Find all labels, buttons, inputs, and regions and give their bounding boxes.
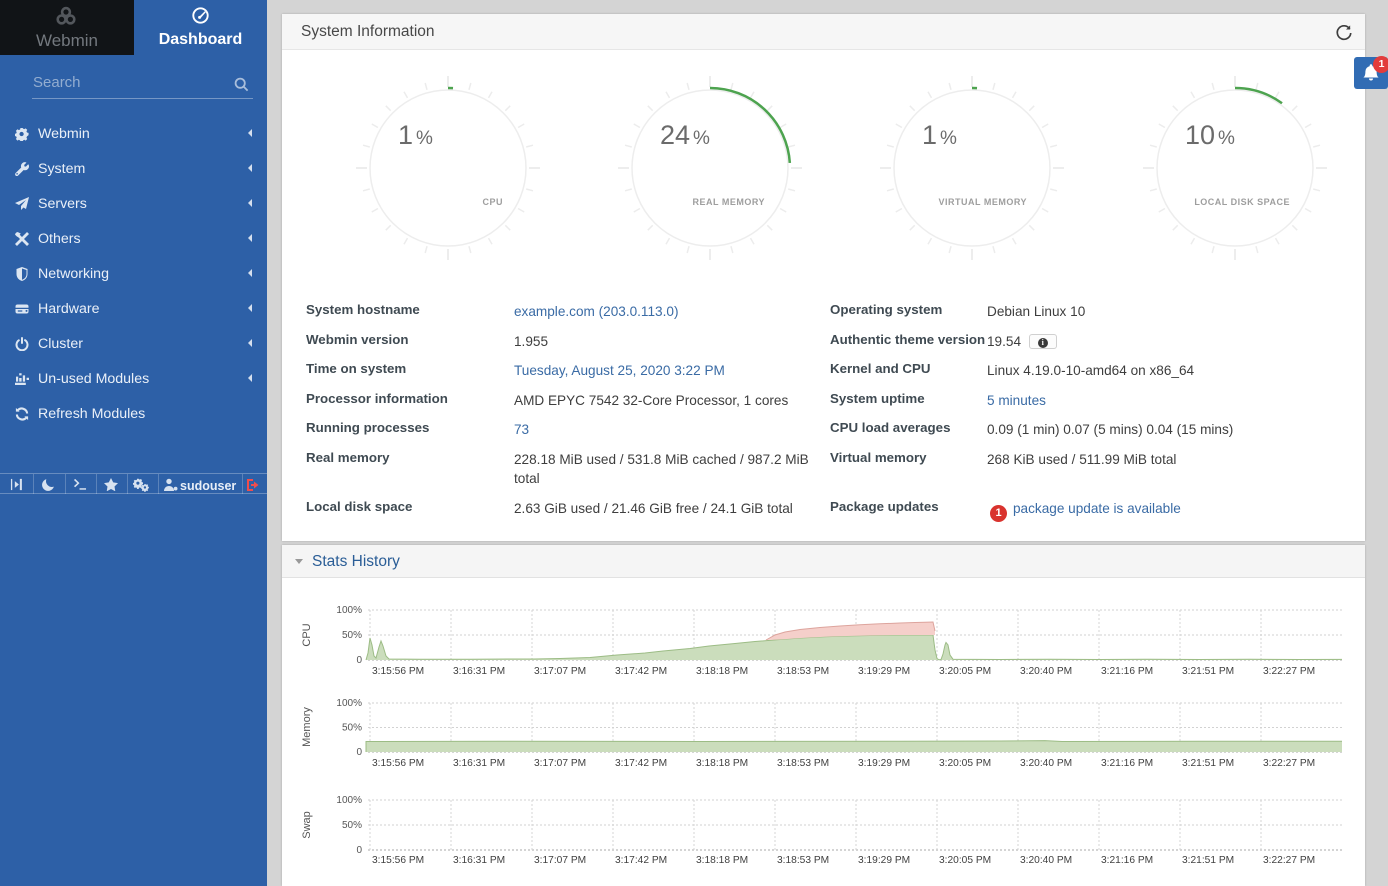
svg-text:3:15:56 PM: 3:15:56 PM bbox=[372, 758, 424, 769]
svg-text:3:22:27 PM: 3:22:27 PM bbox=[1263, 855, 1315, 866]
svg-text:Memory: Memory bbox=[301, 707, 313, 747]
svg-text:CPU: CPU bbox=[301, 623, 313, 646]
svg-text:3:16:31 PM: 3:16:31 PM bbox=[453, 666, 505, 677]
svg-text:REAL MEMORY: REAL MEMORY bbox=[692, 197, 765, 207]
svg-text:3:17:42 PM: 3:17:42 PM bbox=[615, 855, 667, 866]
svg-text:3:17:42 PM: 3:17:42 PM bbox=[615, 758, 667, 769]
svg-text:3:18:18 PM: 3:18:18 PM bbox=[696, 855, 748, 866]
svg-text:3:15:56 PM: 3:15:56 PM bbox=[372, 666, 424, 677]
svg-text:3:19:29 PM: 3:19:29 PM bbox=[858, 666, 910, 677]
svg-text:Swap: Swap bbox=[301, 811, 313, 839]
svg-text:3:20:05 PM: 3:20:05 PM bbox=[939, 666, 991, 677]
svg-text:3:20:40 PM: 3:20:40 PM bbox=[1020, 666, 1072, 677]
svg-text:50%: 50% bbox=[342, 820, 362, 831]
svg-text:0: 0 bbox=[356, 747, 362, 758]
svg-text:3:20:40 PM: 3:20:40 PM bbox=[1020, 855, 1072, 866]
svg-text:0: 0 bbox=[356, 845, 362, 856]
svg-text:3:17:42 PM: 3:17:42 PM bbox=[615, 666, 667, 677]
svg-text:3:19:29 PM: 3:19:29 PM bbox=[858, 758, 910, 769]
svg-text:3:18:18 PM: 3:18:18 PM bbox=[696, 758, 748, 769]
svg-text:3:20:40 PM: 3:20:40 PM bbox=[1020, 758, 1072, 769]
svg-text:100%: 100% bbox=[336, 605, 362, 616]
svg-text:LOCAL DISK SPACE: LOCAL DISK SPACE bbox=[1194, 197, 1290, 207]
svg-text:3:18:53 PM: 3:18:53 PM bbox=[777, 855, 829, 866]
svg-text:VIRTUAL MEMORY: VIRTUAL MEMORY bbox=[938, 197, 1027, 207]
svg-text:0: 0 bbox=[356, 655, 362, 666]
svg-text:3:18:53 PM: 3:18:53 PM bbox=[777, 758, 829, 769]
svg-text:3:17:07 PM: 3:17:07 PM bbox=[534, 758, 586, 769]
svg-text:3:21:51 PM: 3:21:51 PM bbox=[1182, 666, 1234, 677]
svg-text:3:18:53 PM: 3:18:53 PM bbox=[777, 666, 829, 677]
svg-text:3:22:27 PM: 3:22:27 PM bbox=[1263, 666, 1315, 677]
svg-text:3:20:05 PM: 3:20:05 PM bbox=[939, 855, 991, 866]
svg-text:3:21:16 PM: 3:21:16 PM bbox=[1101, 855, 1153, 866]
svg-text:3:15:56 PM: 3:15:56 PM bbox=[372, 855, 424, 866]
svg-text:3:20:05 PM: 3:20:05 PM bbox=[939, 758, 991, 769]
svg-text:3:22:27 PM: 3:22:27 PM bbox=[1263, 758, 1315, 769]
svg-text:3:16:31 PM: 3:16:31 PM bbox=[453, 758, 505, 769]
svg-text:3:17:07 PM: 3:17:07 PM bbox=[534, 666, 586, 677]
svg-text:3:21:51 PM: 3:21:51 PM bbox=[1182, 855, 1234, 866]
svg-text:3:21:16 PM: 3:21:16 PM bbox=[1101, 666, 1153, 677]
svg-text:50%: 50% bbox=[342, 723, 362, 734]
svg-text:50%: 50% bbox=[342, 630, 362, 641]
svg-text:3:21:51 PM: 3:21:51 PM bbox=[1182, 758, 1234, 769]
svg-text:3:16:31 PM: 3:16:31 PM bbox=[453, 855, 505, 866]
svg-text:100%: 100% bbox=[336, 795, 362, 806]
svg-text:CPU: CPU bbox=[482, 197, 503, 207]
svg-text:3:19:29 PM: 3:19:29 PM bbox=[858, 855, 910, 866]
svg-text:3:18:18 PM: 3:18:18 PM bbox=[696, 666, 748, 677]
svg-text:100%: 100% bbox=[336, 698, 362, 709]
svg-text:3:17:07 PM: 3:17:07 PM bbox=[534, 855, 586, 866]
svg-text:3:21:16 PM: 3:21:16 PM bbox=[1101, 758, 1153, 769]
